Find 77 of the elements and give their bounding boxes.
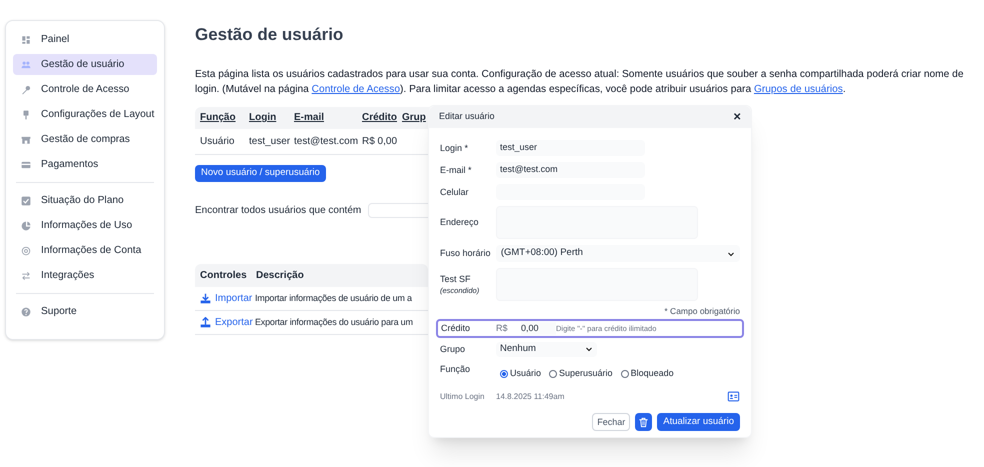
sidebar-item[interactable]: Informações de Uso [13, 215, 157, 236]
radio-button[interactable] [549, 370, 558, 378]
column-header[interactable]: E-mail [294, 112, 324, 123]
radio-option[interactable]: Bloqueado [620, 366, 674, 380]
help-icon [21, 306, 31, 316]
chevron-icon [727, 250, 735, 258]
users-icon [21, 60, 31, 70]
sidebar-item[interactable]: Pagamentos [13, 154, 157, 175]
last-login-value: 14.8.2025 11:49am [496, 390, 566, 403]
sidebar-item[interactable]: Gestão de usuário [13, 54, 157, 75]
field-label: Fuso horário [440, 248, 492, 259]
close-dialog-button[interactable]: Fechar [592, 413, 630, 432]
field-label: Endereço [440, 217, 480, 228]
column-header[interactable]: Crédito [362, 112, 397, 123]
table-cell: Importar informações de usuário de um a [255, 292, 412, 303]
table-cell: test_user [249, 136, 290, 146]
sidebar-item[interactable]: Suporte [13, 301, 157, 322]
required-note: * Campo obrigatório [663, 305, 740, 318]
new-user-button[interactable]: Novo usuário / superusuário [195, 164, 326, 182]
field-label: Grupo [440, 342, 466, 356]
table-cell: Usuário [200, 136, 234, 146]
sidebar-item[interactable]: Configurações de Layout [13, 104, 157, 125]
field-label: E-mail * [440, 164, 473, 176]
sidebar-item[interactable]: Situação do Plano [13, 190, 157, 211]
column-header[interactable]: Função [200, 112, 236, 123]
credit-card-icon [21, 160, 31, 170]
sidebar-item[interactable]: Painel [13, 29, 157, 50]
import-export-link[interactable]: Importar [200, 290, 251, 306]
radio-option[interactable]: Usuário [500, 366, 542, 380]
column-header[interactable]: Login [249, 112, 276, 123]
dialog-title: Editar usuário [439, 110, 495, 124]
field-label: Crédito [441, 322, 472, 334]
radio-button[interactable] [500, 370, 508, 378]
pie-chart-icon [21, 220, 31, 230]
link[interactable]: Grupos de usuários [754, 84, 843, 94]
group-select[interactable]: Nenhum [496, 342, 597, 357]
chevron-icon [585, 345, 593, 354]
field-label: Login * [440, 142, 470, 154]
sidebar-item[interactable]: Controle de Acesso [13, 79, 157, 100]
sidebar-item[interactable]: Gestão de compras [13, 129, 157, 150]
column-header: Controles [200, 270, 247, 281]
input-field[interactable]: test_user [496, 140, 645, 156]
delete-button[interactable] [635, 413, 652, 432]
field-label: Test SF [440, 274, 472, 284]
upload-icon [200, 316, 211, 328]
sidebar-item[interactable]: Informações de Conta [13, 240, 157, 261]
shop-icon [21, 134, 31, 144]
credit-field[interactable]: 0,00 [521, 322, 556, 335]
brush-icon [21, 110, 31, 120]
sidebar-item[interactable]: Integrações [13, 265, 157, 286]
field-label: Função [440, 362, 472, 376]
table-cell: Exportar informações do usuário para um [255, 316, 413, 327]
trash-icon [638, 416, 650, 428]
radio-option[interactable]: Superusuário [549, 366, 613, 380]
page-title: Gestão de usuário [195, 24, 344, 46]
timezone-select[interactable]: (GMT+08:00) Perth [496, 245, 740, 262]
search-label: Encontrar todos usuários que contém [195, 204, 362, 218]
download-icon [200, 292, 211, 304]
currency-label: R$ [496, 322, 509, 334]
input-field[interactable]: test@test.com [496, 162, 645, 178]
intro-paragraph: Esta página lista os usuários cadastrados para usar sua conta. Configuração de acesso atual: Somente usuários que souber a senha compartilhada poderá criar nome de login. (Mutável na página Controle de Acesso). Para limitar acesso a agendas específicas, você pode atribuir usuários para Grupos de usuários. [195, 68, 964, 96]
key-icon [21, 84, 31, 94]
radio-button[interactable] [620, 370, 629, 378]
dashboard-icon [21, 34, 31, 44]
link[interactable]: Controle de Acesso [312, 84, 400, 94]
id-card-icon[interactable] [727, 390, 740, 404]
update-user-button[interactable]: Atualizar usuário [657, 413, 740, 432]
column-header: Descrição [256, 270, 304, 281]
arrows-icon [21, 270, 31, 280]
field-label: Celular [440, 186, 470, 198]
import-export-link[interactable]: Exportar [200, 314, 251, 330]
close-button[interactable]: ✕ [733, 110, 741, 124]
checkbox-icon [21, 196, 31, 206]
table-cell: test@test.com [294, 136, 358, 146]
table-cell: R$ 0,00 [362, 136, 398, 146]
column-header[interactable]: Grup [402, 112, 426, 123]
field-label: Ultimo Login [440, 390, 486, 403]
